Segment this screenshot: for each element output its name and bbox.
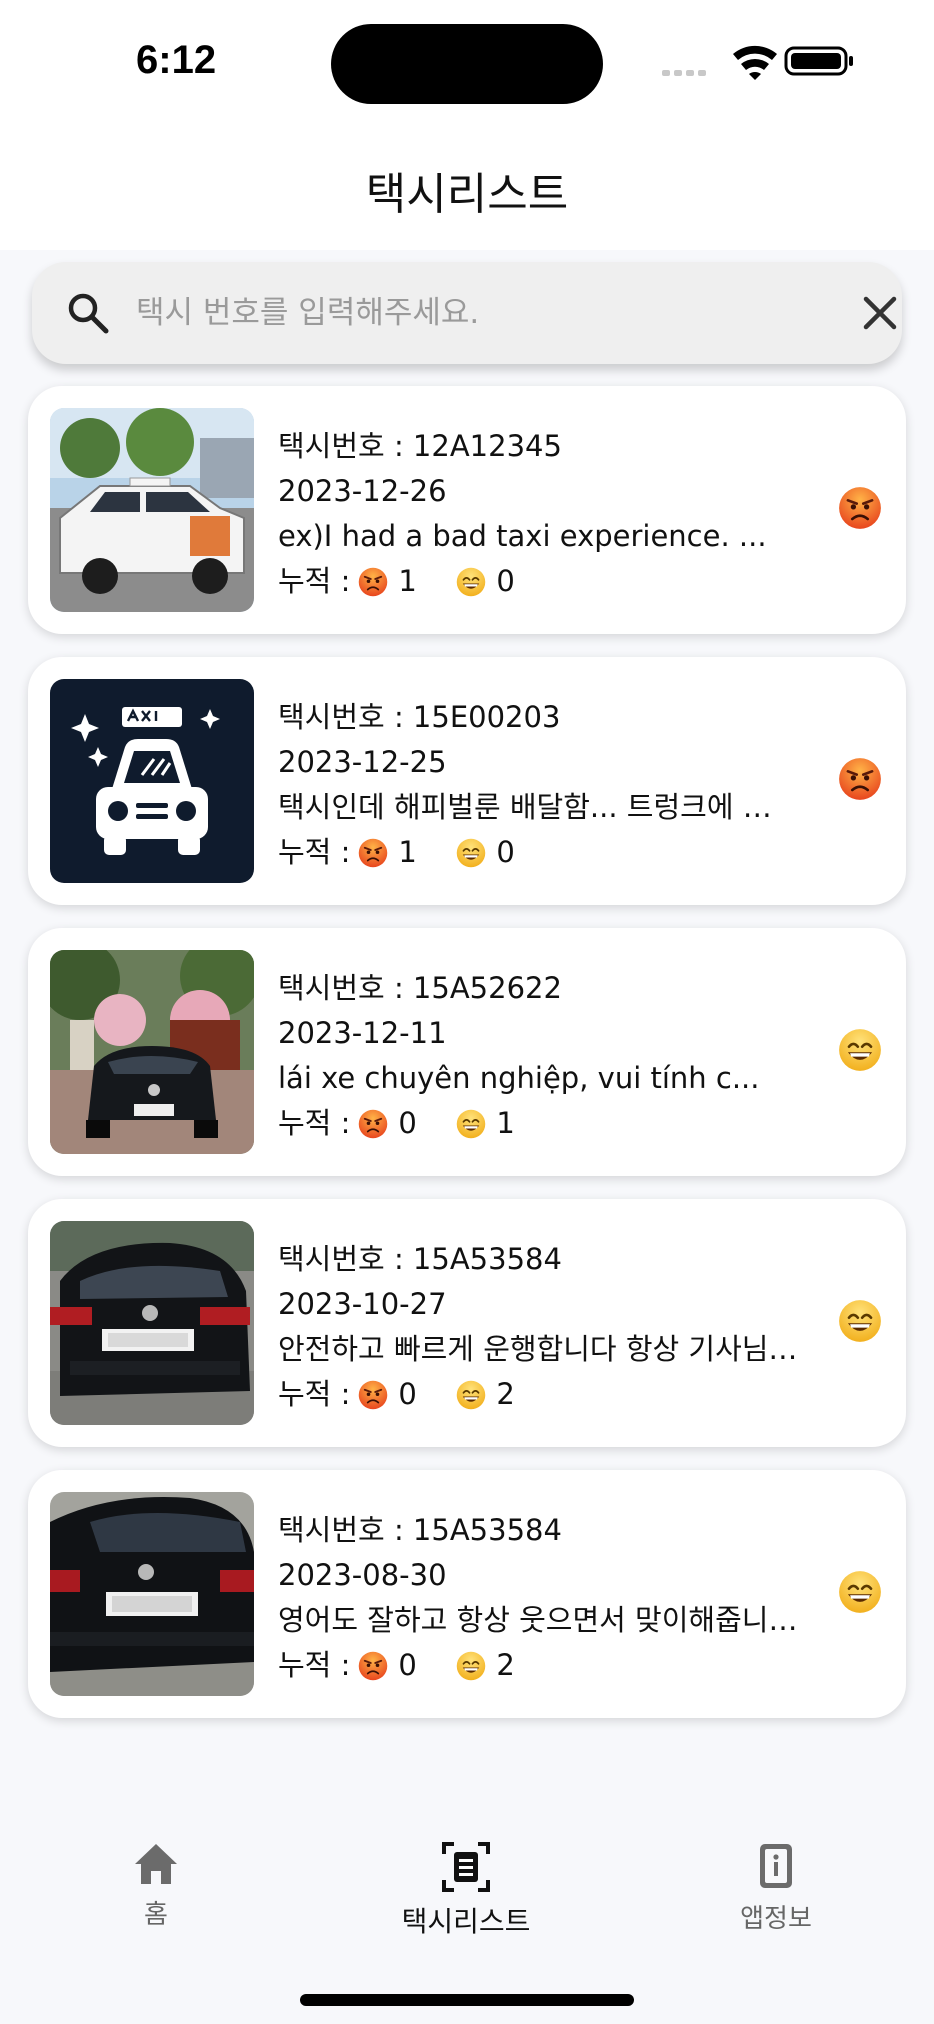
taxi-card[interactable]: 택시번호 : 15A53584 2023-08-30 영어도 잘하고 항상 웃으… <box>28 1470 906 1718</box>
taxi-plate: 택시번호 : 15A53584 <box>278 1242 562 1276</box>
status-bar: 6:12 <box>0 0 934 130</box>
taxi-card-info: 택시번호 : 15A53584 2023-10-27 안전하고 빠르게 운행합니… <box>278 1237 798 1417</box>
tally-row: 누적 : 0 2 <box>278 1372 798 1417</box>
review-text: 안전하고 빠르게 운행합니다 항상 기사님… <box>278 1332 798 1366</box>
status-time: 6:12 <box>136 38 217 82</box>
angry-face-icon <box>358 1651 388 1681</box>
taxi-photo <box>50 950 254 1154</box>
happy-face-icon <box>456 1109 486 1139</box>
angry-count: 0 <box>398 1648 417 1682</box>
status-icons <box>660 40 860 80</box>
angry-face-icon <box>358 567 388 597</box>
home-icon <box>135 1844 177 1884</box>
happy-count: 0 <box>496 564 515 598</box>
taxi-card[interactable]: 택시번호 : 12A12345 2023-12-26 ex)I had a ba… <box>28 386 906 634</box>
angry-count: 1 <box>398 835 417 869</box>
angry-count: 0 <box>398 1377 417 1411</box>
tab-label: 택시리스트 <box>401 1905 531 1938</box>
battery-icon <box>784 46 853 76</box>
review-date: 2023-12-11 <box>278 1016 447 1050</box>
tally-row: 누적 : 0 2 <box>278 1643 798 1688</box>
dynamic-island <box>331 24 603 104</box>
angry-face-icon <box>838 486 882 530</box>
angry-count: 0 <box>398 1106 417 1140</box>
happy-face-icon <box>456 1380 486 1410</box>
list-scan-icon <box>442 1842 490 1892</box>
happy-face-icon <box>838 1299 882 1343</box>
taxi-photo <box>50 1221 254 1425</box>
cumulative-label: 누적 : <box>278 1106 351 1140</box>
review-text: lái xe chuyên nghiệp, vui tính c... <box>278 1061 760 1095</box>
happy-count: 1 <box>496 1106 515 1140</box>
happy-face-icon <box>456 838 486 868</box>
info-phone-icon <box>760 1844 792 1888</box>
taxi-card[interactable]: 택시번호 : 15E00203 2023-12-25 택시인데 해피벌룬 배달함… <box>28 657 906 905</box>
taxi-card[interactable]: 택시번호 : 15A53584 2023-10-27 안전하고 빠르게 운행합니… <box>28 1199 906 1447</box>
search-bar <box>32 262 902 364</box>
cumulative-label: 누적 : <box>278 835 351 869</box>
happy-face-icon <box>456 1651 486 1681</box>
tally-row: 누적 : 1 0 <box>278 830 798 875</box>
taxi-card-info: 택시번호 : 15A52622 2023-12-11 lái xe chuyên… <box>278 966 798 1146</box>
happy-count: 2 <box>496 1377 515 1411</box>
taxi-card[interactable]: 택시번호 : 15A52622 2023-12-11 lái xe chuyên… <box>28 928 906 1176</box>
angry-count: 1 <box>398 564 417 598</box>
cumulative-label: 누적 : <box>278 1648 351 1682</box>
review-date: 2023-12-25 <box>278 745 447 779</box>
angry-face-icon <box>838 757 882 801</box>
home-indicator <box>300 1994 634 2006</box>
taxi-photo <box>50 408 254 612</box>
taxi-card-info: 택시번호 : 12A12345 2023-12-26 ex)I had a ba… <box>278 424 798 604</box>
review-date: 2023-08-30 <box>278 1558 447 1592</box>
taxi-logo-image <box>50 679 254 883</box>
taxi-plate: 택시번호 : 15A53584 <box>278 1513 562 1547</box>
taxi-card-info: 택시번호 : 15E00203 2023-12-25 택시인데 해피벌룬 배달함… <box>278 695 798 875</box>
tab-label: 홈 <box>144 1900 168 1930</box>
taxi-plate: 택시번호 : 15A52622 <box>278 971 562 1005</box>
taxi-plate: 택시번호 : 15E00203 <box>278 700 561 734</box>
tally-row: 누적 : 0 1 <box>278 1101 798 1146</box>
happy-face-icon <box>456 567 486 597</box>
happy-face-icon <box>838 1570 882 1614</box>
cellular-signal-icon <box>662 70 706 76</box>
tab-label: 앱정보 <box>740 1904 812 1934</box>
review-text: 택시인데 해피벌룬 배달함... 트렁크에 … <box>278 790 772 824</box>
app-header: 택시리스트 <box>0 130 934 250</box>
taxi-plate: 택시번호 : 12A12345 <box>278 429 562 463</box>
search-input[interactable] <box>136 282 816 344</box>
page-title: 택시리스트 <box>365 169 569 220</box>
close-icon[interactable] <box>858 291 902 335</box>
tab-app-info[interactable]: 앱정보 <box>676 1842 876 1935</box>
search-icon[interactable] <box>64 289 112 337</box>
tab-taxi-list[interactable]: 택시리스트 <box>366 1842 566 1940</box>
happy-face-icon <box>838 1028 882 1072</box>
angry-face-icon <box>358 1380 388 1410</box>
taxi-photo <box>50 1492 254 1696</box>
angry-face-icon <box>358 1109 388 1139</box>
cumulative-label: 누적 : <box>278 1377 351 1411</box>
tab-home[interactable]: 홈 <box>56 1842 256 1931</box>
happy-count: 0 <box>496 835 515 869</box>
wifi-icon <box>733 45 777 80</box>
taxi-card-info: 택시번호 : 15A53584 2023-08-30 영어도 잘하고 항상 웃으… <box>278 1508 798 1688</box>
review-date: 2023-10-27 <box>278 1287 447 1321</box>
review-text: ex)I had a bad taxi experience. ... <box>278 519 767 553</box>
angry-face-icon <box>358 838 388 868</box>
review-text: 영어도 잘하고 항상 웃으면서 맞이해줍니다… <box>278 1603 798 1637</box>
happy-count: 2 <box>496 1648 515 1682</box>
cumulative-label: 누적 : <box>278 564 351 598</box>
tally-row: 누적 : 1 0 <box>278 559 798 604</box>
review-date: 2023-12-26 <box>278 474 447 508</box>
